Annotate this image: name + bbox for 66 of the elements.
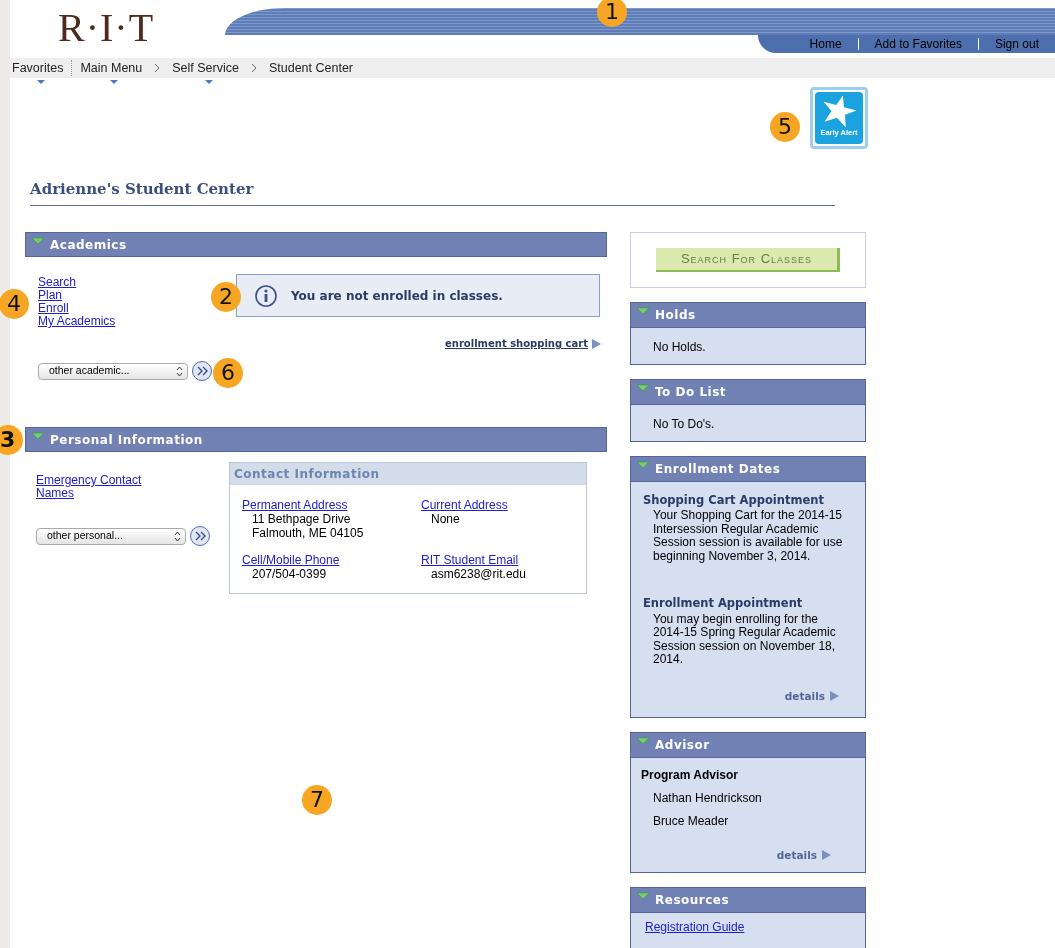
callout-marker: 6 <box>213 358 243 388</box>
search-classes-button[interactable]: Search For Classes <box>656 248 840 272</box>
info-icon <box>255 284 277 307</box>
play-arrow-icon <box>822 850 831 861</box>
details-link[interactable]: details <box>776 847 817 864</box>
page-title: Adrienne's Student Center <box>30 178 835 206</box>
contact-value: 207/504-0399 <box>251 567 328 581</box>
panel-text: No To Do's. <box>653 416 716 433</box>
updown-arrow-icon <box>174 530 181 542</box>
section-title: Advisor <box>655 736 710 754</box>
shopping-cart-link[interactable]: enrollment shopping cart <box>445 336 588 351</box>
callout-marker: 7 <box>302 785 332 815</box>
appointment-text: Your Shopping Cart for the 2014-15 Intersession Regular Academic Session session is available for use beginning November 3, 2014. <box>652 509 844 564</box>
advisor-name: Bruce Meader <box>652 812 730 830</box>
academics-link[interactable]: Plan <box>38 289 63 302</box>
header-link[interactable]: Sign out <box>977 38 1055 50</box>
section-title: Academics <box>50 236 127 254</box>
card-title: Contact Information <box>230 463 586 485</box>
info-message: You are not enrolled in classes. <box>291 287 503 305</box>
play-arrow-icon <box>592 338 601 349</box>
academics-link[interactable]: Enroll <box>38 302 69 315</box>
details-link[interactable]: details <box>784 688 825 705</box>
updown-arrow-icon <box>176 365 183 377</box>
breadcrumb-item[interactable]: Student Center <box>268 58 360 78</box>
contact-field-link[interactable]: RIT Student Email <box>421 554 574 567</box>
callout-marker: 2 <box>211 282 241 312</box>
contact-value: asm6238@rit.edu <box>430 567 527 581</box>
go-button[interactable] <box>190 526 210 546</box>
chevron-icon <box>250 63 257 73</box>
dropdown-select[interactable]: other academic... <box>38 362 188 380</box>
play-arrow-icon <box>830 691 839 702</box>
resource-link[interactable]: Registration Guide <box>645 920 855 934</box>
rit-logo: R·I·T <box>57 4 156 52</box>
breadcrumb-item[interactable]: Favorites <box>12 58 70 78</box>
chevron-icon <box>154 63 161 73</box>
callout-marker: 5 <box>770 112 800 142</box>
appointment-heading: Shopping Cart Appointment <box>643 492 825 509</box>
personal-link[interactable]: Emergency Contact Names <box>36 474 151 500</box>
advisor-name: Nathan Hendrickson <box>652 789 763 807</box>
contact-value: 11 Bethpage Drive <box>251 512 352 526</box>
double-chevron-icon <box>195 365 209 377</box>
header-link[interactable]: Home <box>793 38 858 50</box>
contact-field-link[interactable]: Cell/Mobile Phone <box>242 554 421 567</box>
appointment-heading: Enrollment Appointment <box>643 595 804 613</box>
section-title: Resources <box>655 891 730 909</box>
breadcrumb-item[interactable]: Main Menu <box>80 58 149 78</box>
callout-marker: 3 <box>0 425 23 455</box>
section-title: Enrollment Dates <box>655 461 781 478</box>
contact-field-link[interactable]: Permanent Address <box>242 499 421 512</box>
section-title: To Do List <box>655 384 727 401</box>
contact-field-link[interactable]: Current Address <box>421 499 574 512</box>
breadcrumb-item[interactable]: Self Service <box>172 58 245 78</box>
section-title: Holds <box>655 307 696 324</box>
advisor-heading: Program Advisor <box>641 766 739 784</box>
section-title: Personal Information <box>50 431 203 449</box>
academics-link[interactable]: My Academics <box>38 315 116 328</box>
appointment-text: You may begin enrolling for the 2014-15 Spring Regular Academic Session session on November 18, 2014. <box>652 612 837 667</box>
double-chevron-icon <box>193 530 207 542</box>
callout-marker: 4 <box>0 289 29 319</box>
contact-value: None <box>430 512 461 526</box>
academics-link[interactable]: Search <box>38 276 77 289</box>
go-button[interactable] <box>192 361 212 381</box>
contact-value: Falmouth, ME 04105 <box>251 526 365 540</box>
dropdown-select[interactable]: other personal... <box>36 527 186 545</box>
panel-text: No Holds. <box>653 339 707 356</box>
header-link[interactable]: Add to Favorites <box>857 38 978 50</box>
